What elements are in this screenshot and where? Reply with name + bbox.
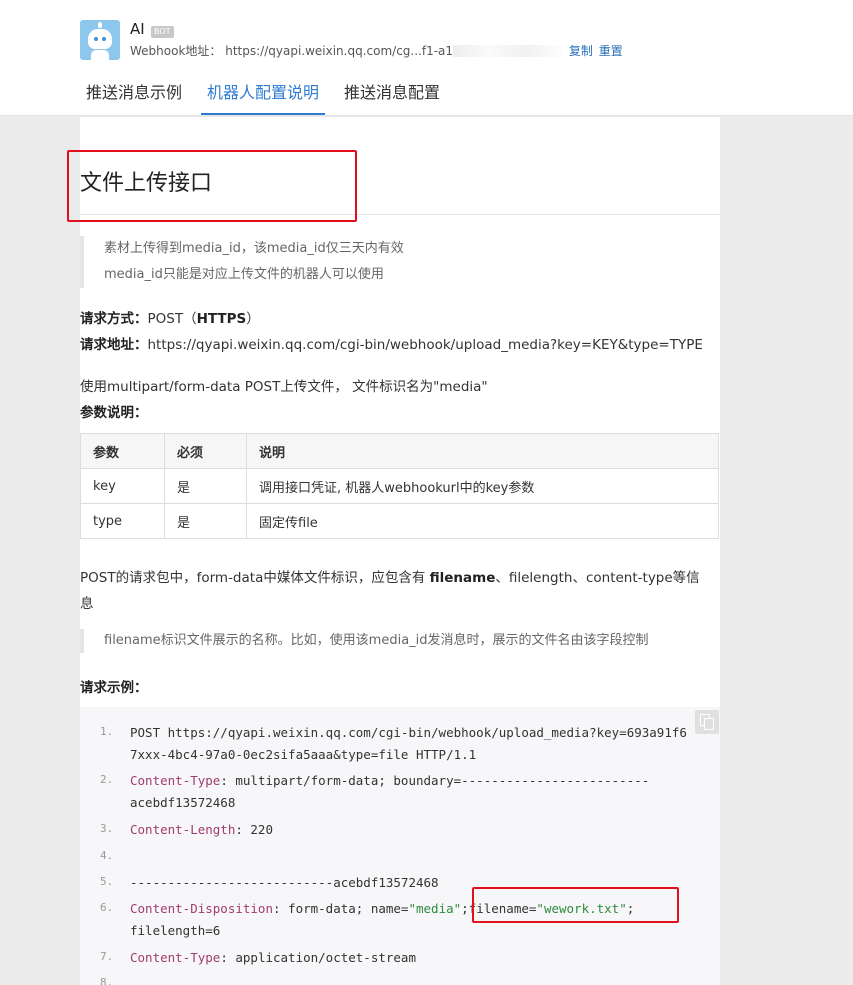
code-text: Content-Type: multipart/form-data; bound… bbox=[130, 773, 649, 788]
code-text: ---------------------------acebdf1357246… bbox=[130, 875, 439, 890]
header-key: Content-Type bbox=[130, 950, 221, 965]
table-header-row: 参数 必须 说明 bbox=[80, 433, 719, 469]
tab-push-example[interactable]: 推送消息示例 bbox=[86, 79, 182, 115]
note-line: media_id只能是对应上传文件的机器人可以使用 bbox=[104, 267, 384, 282]
masked-key bbox=[453, 45, 564, 57]
table-cell: 调用接口凭证, 机器人webhookurl中的key参数 bbox=[246, 468, 719, 504]
code-text: 7xxx-4bc4-97a0-0ec2sifa5aaa&type=file HT… bbox=[130, 747, 477, 762]
line-number: 5. bbox=[100, 875, 114, 888]
tab-bot-config[interactable]: 机器人配置说明 bbox=[201, 79, 325, 115]
table-row: type 是 固定传file bbox=[80, 503, 719, 539]
post-text-2: 、filelength、content-type等信 bbox=[495, 570, 700, 586]
params-label-text: 参数说明： bbox=[80, 405, 148, 421]
header-value: : multipart/form-data; boundary=--------… bbox=[220, 773, 650, 788]
line-number: 8. bbox=[100, 976, 114, 985]
params-label: 参数说明： bbox=[80, 401, 148, 421]
post-text-wrap: 息 bbox=[80, 596, 94, 612]
doc-content: 文件上传接口 素材上传得到media_id，该media_id仅三天内有效 me… bbox=[80, 117, 720, 985]
note-line: 素材上传得到media_id，该media_id仅三天内有效 bbox=[104, 241, 404, 256]
post-text-1: POST的请求包中，form-data中媒体文件标识，应包含有 bbox=[80, 570, 430, 586]
table-cell: 是 bbox=[164, 503, 247, 539]
code-text: acebdf13572468 bbox=[130, 795, 236, 810]
url-value: https://qyapi.weixin.qq.com/cgi-bin/webh… bbox=[147, 337, 703, 353]
code-text: filelength=6 bbox=[130, 923, 221, 938]
line-number: 6. bbox=[100, 901, 114, 914]
copy-link[interactable]: 复制 bbox=[569, 44, 593, 58]
method-https: HTTPS bbox=[196, 311, 247, 327]
filename-note: filename标识文件展示的名称。比如，使用该media_id发消息时，展示的… bbox=[80, 629, 649, 653]
string-value: "media" bbox=[408, 901, 462, 916]
table-cell: type bbox=[80, 503, 165, 539]
header-value: : 220 bbox=[235, 822, 273, 837]
line-number: 3. bbox=[100, 822, 114, 835]
example-label: 请求示例： bbox=[80, 676, 148, 696]
code-block: 1. POST https://qyapi.weixin.qq.com/cgi-b… bbox=[80, 707, 720, 985]
table-row: key 是 调用接口凭证, 机器人webhookurl中的key参数 bbox=[80, 468, 719, 504]
request-url: 请求地址：https://qyapi.weixin.qq.com/cgi-bin… bbox=[80, 333, 703, 353]
table-cell: 是 bbox=[164, 468, 247, 504]
note-line: filename标识文件展示的名称。比如，使用该media_id发消息时，展示的… bbox=[104, 633, 649, 648]
bot-badge: BOT bbox=[151, 26, 174, 38]
filename-highlight-box bbox=[472, 887, 679, 923]
method-label: 请求方式： bbox=[80, 311, 148, 327]
header-value: : application/octet-stream bbox=[220, 950, 416, 965]
webhook-url: https://qyapi.weixin.qq.com/cg...f1-a1 bbox=[225, 44, 454, 58]
post-filename: filename bbox=[429, 570, 496, 586]
webhook-address: Webhook地址： https://qyapi.weixin.qq.com/c… bbox=[130, 42, 623, 59]
table-header: 说明 bbox=[246, 433, 719, 469]
table-header: 参数 bbox=[80, 433, 165, 469]
copy-code-icon[interactable] bbox=[695, 710, 719, 734]
table-cell: key bbox=[80, 468, 165, 504]
reset-link[interactable]: 重置 bbox=[599, 44, 623, 58]
line-number: 4. bbox=[100, 849, 114, 862]
method-value: POST（ bbox=[147, 311, 197, 327]
code-text: Content-Length: 220 bbox=[130, 822, 273, 837]
table-header: 必须 bbox=[164, 433, 247, 469]
tab-push-config[interactable]: 推送消息配置 bbox=[344, 79, 440, 115]
params-table: 参数 必须 说明 key 是 调用接口凭证, 机器人webhookurl中的ke… bbox=[80, 433, 719, 539]
example-label-text: 请求示例： bbox=[80, 680, 148, 696]
bot-name: AI bbox=[130, 20, 145, 38]
header-key: Content-Length bbox=[130, 822, 236, 837]
header-key: Content-Type bbox=[130, 773, 221, 788]
expiry-note: 素材上传得到media_id，该media_id仅三天内有效 media_id只… bbox=[80, 236, 404, 288]
request-method: 请求方式：POST（HTTPS） bbox=[80, 307, 260, 327]
table-cell: 固定传file bbox=[246, 503, 719, 539]
line-number: 1. bbox=[100, 725, 114, 738]
post-text: POST的请求包中，form-data中媒体文件标识，应包含有 filename… bbox=[80, 566, 700, 586]
code-text: Content-Type: application/octet-stream bbox=[130, 950, 416, 965]
method-close: ） bbox=[246, 311, 260, 327]
header-value: : form-data; name= bbox=[273, 901, 409, 916]
url-label: 请求地址： bbox=[80, 337, 148, 353]
code-text: POST https://qyapi.weixin.qq.com/cgi-bin… bbox=[130, 725, 687, 740]
bot-header: AI BOT Webhook地址： https://qyapi.weixin.q… bbox=[0, 0, 853, 116]
line-number: 2. bbox=[100, 773, 114, 786]
title-highlight-box bbox=[67, 150, 357, 222]
header-key: Content-Disposition bbox=[130, 901, 273, 916]
robot-avatar-icon bbox=[80, 20, 120, 60]
webhook-label: Webhook地址： bbox=[130, 44, 222, 58]
multipart-text: 使用multipart/form-data POST上传文件， 文件标识名为"m… bbox=[80, 379, 488, 395]
line-number: 7. bbox=[100, 950, 114, 963]
